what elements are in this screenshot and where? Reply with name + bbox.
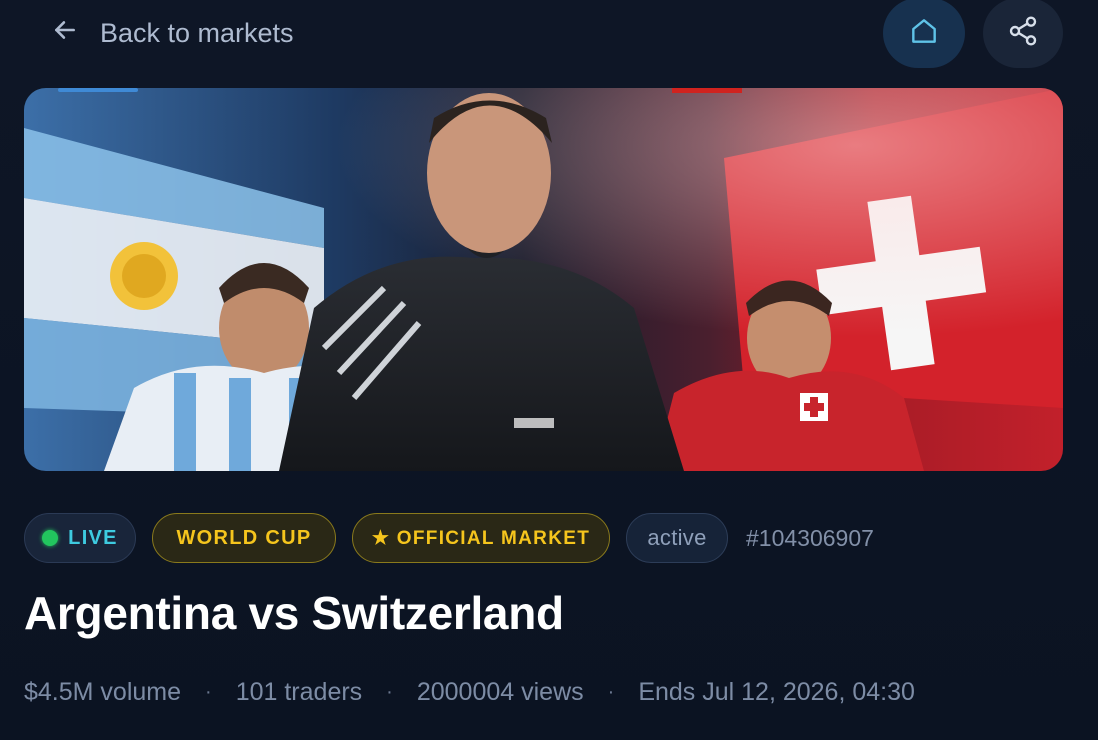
stat-separator: · <box>607 680 615 703</box>
page-title: Argentina vs Switzerland <box>24 587 564 639</box>
traders-stat: 101 traders <box>235 677 363 706</box>
market-detail-page: Back to markets LIVE WORLD CUP ★ OFFICIA… <box>0 0 1098 740</box>
status-badge: active <box>626 513 728 563</box>
back-to-markets-link[interactable]: Back to markets <box>52 14 294 52</box>
share-button[interactable] <box>983 0 1063 68</box>
market-id: #104306907 <box>746 524 874 551</box>
market-stats: $4.5M volume · 101 traders · 2000004 vie… <box>24 673 915 711</box>
back-link-label: Back to markets <box>100 17 294 48</box>
hero-artwork <box>24 88 1063 471</box>
hero-image <box>24 88 1063 471</box>
hero-indicator-left <box>58 88 138 92</box>
status-label: active <box>647 525 707 550</box>
official-market-badge: ★ OFFICIAL MARKET <box>352 513 610 563</box>
home-icon <box>908 15 940 52</box>
stat-separator: · <box>205 680 212 703</box>
volume-stat: $4.5M volume <box>24 677 182 706</box>
market-badges: LIVE WORLD CUP ★ OFFICIAL MARKET active … <box>24 513 874 563</box>
live-label: LIVE <box>68 526 118 549</box>
stat-separator: · <box>386 680 393 703</box>
home-button[interactable] <box>883 0 965 68</box>
hero-indicator-right <box>672 88 742 93</box>
category-label: WORLD CUP <box>176 526 312 549</box>
live-dot-icon <box>42 530 59 546</box>
live-badge: LIVE <box>24 513 136 563</box>
share-icon <box>1007 15 1039 52</box>
end-date-stat: Ends Jul 12, 2026, 04:30 <box>638 677 915 706</box>
official-label: ★ OFFICIAL MARKET <box>371 527 591 549</box>
category-badge[interactable]: WORLD CUP <box>152 513 336 563</box>
arrow-left-icon <box>52 17 78 50</box>
views-stat: 2000004 views <box>416 677 584 706</box>
